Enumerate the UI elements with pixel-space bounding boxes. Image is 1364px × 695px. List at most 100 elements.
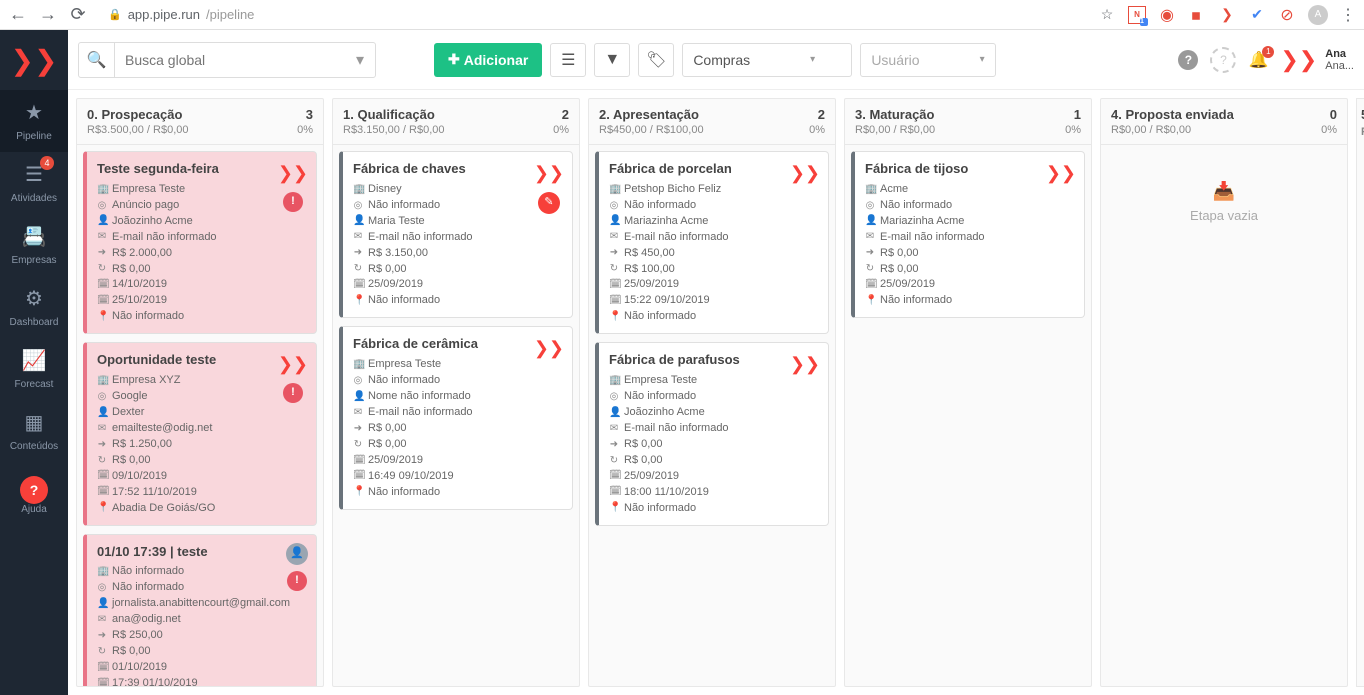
- sidebar-item-dashboard[interactable]: ⚙Dashboard: [0, 276, 68, 338]
- column-header[interactable]: 4. Proposta enviada 0 R$0,00 / R$0,00 0%: [1101, 99, 1347, 145]
- cal-icon: 🗓: [97, 485, 107, 500]
- forward-button[interactable]: →: [38, 4, 58, 25]
- user-select[interactable]: Usuário ▾: [860, 43, 995, 77]
- sidebar-item-empresas[interactable]: 📇Empresas: [0, 214, 68, 276]
- browser-menu-icon[interactable]: ⋮: [1340, 5, 1356, 25]
- extension-n-icon[interactable]: N: [1128, 6, 1146, 24]
- profile-avatar[interactable]: A: [1308, 5, 1328, 25]
- user-menu[interactable]: ❯❯ Ana Ana...: [1280, 47, 1354, 73]
- deal-card[interactable]: ❯❯ Fábrica de cerâmica 🏢Empresa Teste◎Nã…: [339, 326, 573, 509]
- user-icon: 👤: [865, 214, 875, 229]
- card-field: 🗓15:22 09/10/2019: [609, 293, 818, 309]
- alert-icon: !: [287, 571, 307, 591]
- cycle-icon: ↻: [609, 454, 619, 469]
- card-field: ➜R$ 450,00: [609, 246, 818, 262]
- pipeline-select[interactable]: Compras ▾: [682, 43, 852, 77]
- extension-wing-icon[interactable]: ❯: [1218, 6, 1236, 24]
- column-header[interactable]: 0. Prospecação 3 R$3.500,00 / R$0,00 0%: [77, 99, 323, 145]
- list-view-button[interactable]: ☰: [550, 43, 586, 77]
- pin-icon: 📍: [353, 485, 363, 500]
- extension-spiral-icon[interactable]: ◉: [1158, 6, 1176, 24]
- wing-icon: ❯❯: [790, 160, 820, 186]
- back-button[interactable]: ←: [8, 4, 28, 25]
- card-field: ◎Anúncio pago: [97, 198, 306, 214]
- cal-icon: 🗓: [97, 278, 107, 293]
- card-field: ✉E-mail não informado: [609, 230, 818, 246]
- sidebar-item-conteúdos[interactable]: ▦Conteúdos: [0, 400, 68, 462]
- column-body[interactable]: ❯❯! Teste segunda-feira 🏢Empresa Teste◎A…: [77, 145, 323, 686]
- search-input[interactable]: [115, 43, 345, 77]
- alert-icon: !: [283, 192, 303, 212]
- card-badges: ❯❯!: [278, 160, 308, 212]
- reload-button[interactable]: ⟳: [68, 4, 88, 25]
- wing-icon: ❯❯: [534, 335, 564, 361]
- filter-button[interactable]: ▼: [594, 43, 630, 77]
- help-icon[interactable]: ?: [1178, 50, 1198, 70]
- app-logo[interactable]: ❯❯: [0, 30, 68, 90]
- column-body[interactable]: ❯❯✎ Fábrica de chaves 🏢Disney◎Não inform…: [333, 145, 579, 686]
- nav-icon: ▦: [25, 410, 44, 435]
- target-icon: ◎: [97, 199, 107, 214]
- search-button[interactable]: 🔍: [79, 43, 115, 77]
- pin-icon: 📍: [97, 310, 107, 325]
- deal-card[interactable]: ❯❯ Fábrica de parafusos 🏢Empresa Teste◎N…: [595, 342, 829, 525]
- extension-diamond-icon[interactable]: ◆: [1184, 2, 1209, 27]
- cycle-icon: ↻: [97, 645, 107, 660]
- deal-card[interactable]: ❯❯ Fábrica de tijoso 🏢Acme◎Não informado…: [851, 151, 1085, 318]
- sidebar-item-forecast[interactable]: 📈Forecast: [0, 338, 68, 400]
- arrow-icon: ➜: [865, 246, 875, 261]
- mail-icon: ✉: [97, 613, 107, 628]
- help-outline-icon[interactable]: ?: [1210, 47, 1236, 73]
- card-field: 🗓17:52 11/10/2019: [97, 485, 306, 501]
- main-area: 🔍 ▾ ✚Adicionar ☰ ▼ 🏷 Compras ▾ Usuário ▾…: [68, 30, 1364, 695]
- wing-icon: ❯❯: [790, 351, 820, 377]
- card-field: 🗓16:49 09/10/2019: [353, 469, 562, 485]
- cal-icon: 🗓: [609, 294, 619, 309]
- deal-card[interactable]: ❯❯! Oportunidade teste 🏢Empresa XYZ◎Goog…: [83, 342, 317, 525]
- cal-icon: 🗓: [353, 469, 363, 484]
- deal-card[interactable]: 👤! 01/10 17:39 | teste 🏢Não informado◎Nã…: [83, 534, 317, 686]
- sidebar-help[interactable]: ?Ajuda: [0, 462, 68, 525]
- deal-card[interactable]: ❯❯✎ Fábrica de chaves 🏢Disney◎Não inform…: [339, 151, 573, 318]
- user-name: Ana: [1325, 48, 1354, 60]
- card-field: ◎Não informado: [97, 580, 306, 596]
- card-field: ➜R$ 0,00: [353, 421, 562, 437]
- extension-check-icon[interactable]: ✔: [1248, 6, 1266, 24]
- column-header[interactable]: 2. Apresentação 2 R$450,00 / R$100,00 0%: [589, 99, 835, 145]
- sidebar: ❯❯ ★Pipeline4☰Atividades📇Empresas⚙Dashbo…: [0, 30, 68, 695]
- extension-blocker-icon[interactable]: ⊘: [1278, 6, 1296, 24]
- deal-card[interactable]: ❯❯ Fábrica de porcelan 🏢Petshop Bicho Fe…: [595, 151, 829, 334]
- cycle-icon: ↻: [353, 438, 363, 453]
- card-field: 🗓25/09/2019: [353, 277, 562, 293]
- sidebar-item-atividades[interactable]: 4☰Atividades: [0, 152, 68, 214]
- tag-button[interactable]: 🏷: [638, 43, 674, 77]
- card-title: Fábrica de cerâmica: [353, 335, 562, 354]
- target-icon: ◎: [353, 374, 363, 389]
- notifications-bell[interactable]: 🔔1: [1248, 50, 1268, 70]
- column-body[interactable]: ❯❯ Fábrica de tijoso 🏢Acme◎Não informado…: [845, 145, 1091, 686]
- edit-icon[interactable]: ✎: [538, 192, 560, 214]
- building-icon: 🏢: [97, 374, 107, 389]
- sidebar-item-pipeline[interactable]: ★Pipeline: [0, 90, 68, 152]
- column-header[interactable]: 1. Qualificação 2 R$3.150,00 / R$0,00 0%: [333, 99, 579, 145]
- target-icon: ◎: [865, 199, 875, 214]
- kanban-column: 3. Maturação 1 R$0,00 / R$0,00 0% ❯❯ Fáb…: [844, 98, 1092, 687]
- add-button[interactable]: ✚Adicionar: [434, 43, 542, 77]
- kanban-board[interactable]: 0. Prospecação 3 R$3.500,00 / R$0,00 0% …: [68, 90, 1364, 695]
- cycle-icon: ↻: [609, 262, 619, 277]
- bookmark-star-icon[interactable]: ☆: [1098, 6, 1116, 24]
- help-button-icon: ?: [20, 476, 48, 504]
- card-field: 🏢Acme: [865, 182, 1074, 198]
- deal-card[interactable]: ❯❯! Teste segunda-feira 🏢Empresa Teste◎A…: [83, 151, 317, 334]
- column-body[interactable]: 📥Etapa vazia: [1101, 145, 1347, 686]
- card-field: 🏢Não informado: [97, 564, 306, 580]
- column-header[interactable]: 3. Maturação 1 R$0,00 / R$0,00 0%: [845, 99, 1091, 145]
- column-percent: 0%: [1065, 124, 1081, 136]
- card-field: 👤Nome não informado: [353, 389, 562, 405]
- search-dropdown-caret[interactable]: ▾: [345, 43, 375, 77]
- column-body[interactable]: ❯❯ Fábrica de porcelan 🏢Petshop Bicho Fe…: [589, 145, 835, 686]
- card-field: 🗓14/10/2019: [97, 277, 306, 293]
- url-bar[interactable]: 🔒 app.pipe.run/pipeline: [108, 7, 254, 22]
- card-field: ↻R$ 100,00: [609, 262, 818, 278]
- cal-icon: 🗓: [609, 485, 619, 500]
